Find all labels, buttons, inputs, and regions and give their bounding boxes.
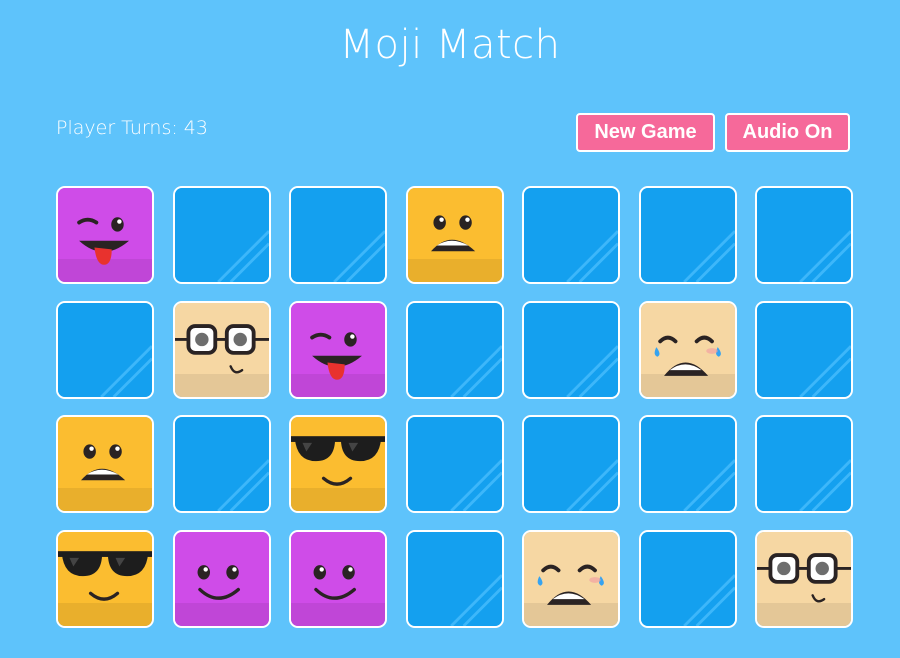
sunglasses-emoji-icon [291, 417, 385, 511]
card-hidden[interactable] [638, 415, 737, 513]
card-sunglasses[interactable] [56, 529, 154, 628]
nerd-glasses-emoji-icon [757, 531, 851, 626]
card-back-icon [640, 188, 735, 282]
wink-tongue-emoji-icon [58, 188, 152, 282]
card-hidden[interactable] [755, 186, 853, 284]
card-hidden[interactable] [56, 300, 154, 399]
card-grid [0, 0, 900, 658]
card-shocked[interactable] [405, 186, 504, 284]
card-hidden[interactable] [522, 415, 620, 513]
card-smile[interactable] [172, 529, 271, 628]
card-back-icon [757, 302, 851, 397]
card-hidden[interactable] [755, 415, 853, 513]
smile-emoji-icon [174, 531, 269, 626]
wink-tongue-emoji-icon [291, 302, 385, 397]
card-nerd-glasses[interactable] [755, 529, 853, 628]
card-hidden[interactable] [172, 186, 271, 284]
card-back-icon [524, 188, 618, 282]
crying-emoji-icon [524, 531, 618, 626]
card-wink-tongue[interactable] [56, 186, 154, 284]
card-hidden[interactable] [638, 529, 737, 628]
card-back-icon [524, 302, 618, 397]
card-smile[interactable] [289, 529, 387, 628]
card-wink-tongue[interactable] [289, 300, 387, 399]
card-sunglasses[interactable] [289, 415, 387, 513]
card-crying[interactable] [638, 300, 737, 399]
card-hidden[interactable] [522, 186, 620, 284]
card-crying[interactable] [522, 529, 620, 628]
card-back-icon [640, 531, 735, 626]
card-hidden[interactable] [405, 529, 504, 628]
card-nerd-glasses[interactable] [172, 300, 271, 399]
card-hidden[interactable] [638, 186, 737, 284]
card-shocked[interactable] [56, 415, 154, 513]
card-hidden[interactable] [172, 415, 271, 513]
card-back-icon [58, 302, 152, 397]
card-back-icon [407, 417, 502, 511]
nerd-glasses-emoji-icon [174, 302, 269, 397]
card-back-icon [174, 188, 269, 282]
card-back-icon [407, 531, 502, 626]
card-back-icon [291, 188, 385, 282]
shocked-emoji-icon [58, 417, 152, 511]
card-back-icon [174, 417, 269, 511]
card-hidden[interactable] [522, 300, 620, 399]
card-hidden[interactable] [289, 186, 387, 284]
smile-emoji-icon [291, 531, 385, 626]
card-back-icon [524, 417, 618, 511]
shocked-emoji-icon [407, 188, 502, 282]
card-hidden[interactable] [405, 300, 504, 399]
card-back-icon [407, 302, 502, 397]
sunglasses-emoji-icon [58, 531, 152, 626]
card-back-icon [757, 417, 851, 511]
card-hidden[interactable] [405, 415, 504, 513]
card-hidden[interactable] [755, 300, 853, 399]
card-back-icon [640, 417, 735, 511]
card-back-icon [757, 188, 851, 282]
crying-emoji-icon [640, 302, 735, 397]
